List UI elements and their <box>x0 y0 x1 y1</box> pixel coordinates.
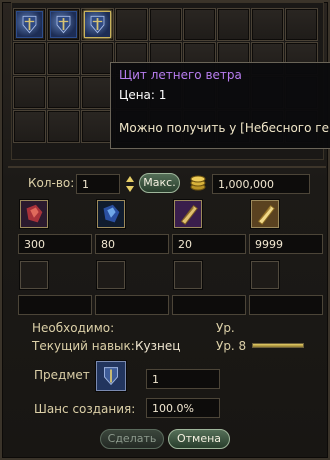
inventory-slot[interactable] <box>13 42 46 75</box>
shield-item-icon[interactable] <box>50 11 77 38</box>
skill-value: Кузнец <box>135 339 181 353</box>
quantity-input[interactable]: 1 <box>76 174 120 194</box>
item-label: Предмет <box>34 368 90 382</box>
material-count-3: 20 <box>172 234 246 254</box>
item-quantity-field: 1 <box>146 369 220 389</box>
empty-count-field <box>172 295 246 315</box>
quantity-label: Кол-во: <box>28 176 75 190</box>
result-item-slot[interactable] <box>96 361 126 391</box>
chance-label: Шанс создания: <box>34 402 136 416</box>
material-count-4: 9999 <box>249 234 323 254</box>
skill-progress-fill <box>253 344 303 347</box>
inventory-slot[interactable] <box>149 8 182 41</box>
material-count-1: 300 <box>18 234 92 254</box>
inventory-slot[interactable] <box>285 8 318 41</box>
price-field: 1,000,000 <box>212 174 310 194</box>
level-label: Ур. <box>216 321 235 335</box>
inventory-slot[interactable] <box>81 8 114 41</box>
divider <box>8 166 326 168</box>
empty-count-field <box>18 295 92 315</box>
tooltip-source: Можно получить у [Небесного генерал <box>119 121 330 135</box>
arrow-up-icon[interactable] <box>126 176 134 182</box>
inventory-slot[interactable] <box>47 110 80 143</box>
skill-progress-bar <box>252 343 304 348</box>
skill-label: Текущий навык: <box>32 339 135 353</box>
max-button[interactable]: Макс. <box>139 173 180 193</box>
skill-level: Ур. 8 <box>216 339 247 353</box>
material-count-2: 80 <box>95 234 169 254</box>
inventory-slot[interactable] <box>183 8 216 41</box>
inventory-slot[interactable] <box>13 76 46 109</box>
empty-material-slot[interactable] <box>174 261 202 289</box>
arrow-down-icon[interactable] <box>126 186 134 192</box>
tooltip-price: Цена: 1 <box>119 88 167 102</box>
inventory-slot[interactable] <box>251 8 284 41</box>
empty-material-slot[interactable] <box>20 261 48 289</box>
empty-count-field <box>95 295 169 315</box>
shield-item-icon[interactable] <box>16 11 43 38</box>
inventory-slot[interactable] <box>13 8 46 41</box>
inventory-slot[interactable] <box>47 76 80 109</box>
inventory-slot[interactable] <box>47 42 80 75</box>
inventory-slot[interactable] <box>47 8 80 41</box>
chance-value: 100.0% <box>146 398 220 418</box>
scroll-purple-icon[interactable] <box>174 200 202 228</box>
quantity-stepper[interactable] <box>124 174 136 194</box>
required-label: Необходимо: <box>32 321 115 335</box>
red-crystal-icon[interactable] <box>20 200 48 228</box>
empty-count-field <box>249 295 323 315</box>
inventory-slot[interactable] <box>115 8 148 41</box>
make-button[interactable]: Сделать <box>100 429 164 449</box>
cancel-button[interactable]: Отмена <box>168 429 230 449</box>
item-tooltip: Щит летнего ветра Цена: 1 Можно получить… <box>110 62 330 149</box>
crafting-window: Щит летнего ветра Цена: 1 Можно получить… <box>0 0 330 460</box>
tooltip-item-name: Щит летнего ветра <box>119 68 242 82</box>
empty-material-slot[interactable] <box>251 261 279 289</box>
shield-item-icon[interactable] <box>84 11 111 38</box>
scroll-gold-icon[interactable] <box>251 200 279 228</box>
coin-stack-icon <box>189 172 207 192</box>
empty-material-slot[interactable] <box>97 261 125 289</box>
inventory-slot[interactable] <box>13 110 46 143</box>
shield-item-icon <box>97 362 125 390</box>
inventory-slot[interactable] <box>217 8 250 41</box>
blue-crystal-icon[interactable] <box>97 200 125 228</box>
